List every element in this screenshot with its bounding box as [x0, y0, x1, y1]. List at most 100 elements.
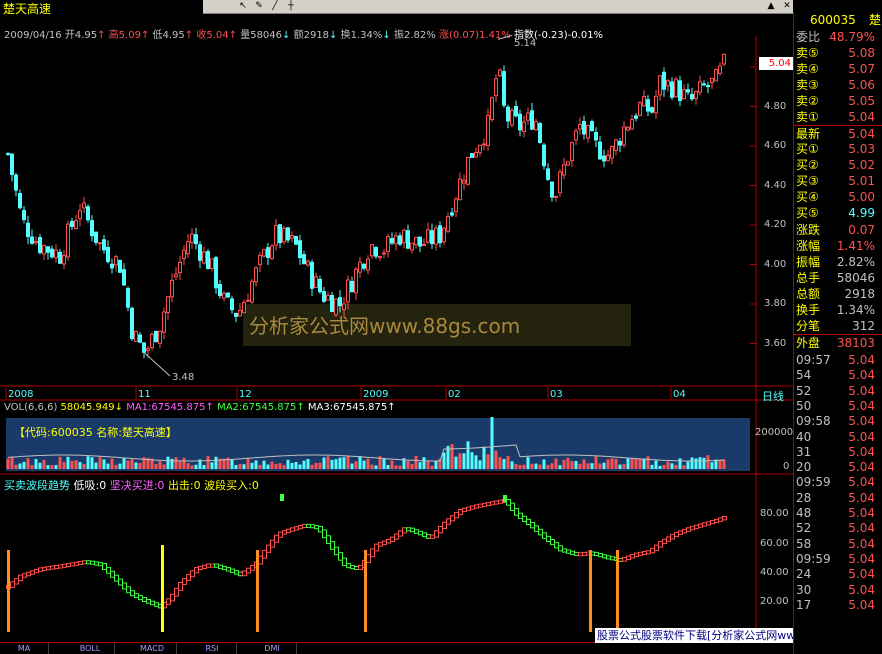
tick-row-label: 17	[796, 597, 812, 612]
candle-body	[70, 220, 74, 227]
candle-body	[210, 258, 214, 270]
trend-segment	[550, 539, 555, 546]
candle-body	[410, 242, 414, 251]
volume-bar	[90, 457, 94, 469]
ask-row-value: 5.07	[848, 62, 875, 76]
candle-body	[366, 258, 370, 271]
tab-macd[interactable]: MACD	[128, 643, 177, 654]
candle-body	[546, 168, 550, 180]
trend-segment	[570, 550, 575, 555]
candle-body	[206, 251, 210, 270]
trend-segment	[518, 512, 523, 519]
price-chart[interactable]: 分析家公式网www.88gs.com 5.14 3.48 2008 11 12 2009…	[0, 0, 793, 642]
outer-value: 38103	[836, 336, 875, 350]
indicator-tabs: MA BOLL MACD RSI DMI	[0, 642, 793, 654]
volume-bar	[190, 465, 194, 469]
indicator-panel	[6, 494, 727, 632]
volume-bar	[462, 453, 466, 469]
tab-dmi[interactable]: DMI	[248, 643, 297, 654]
signal-marker	[280, 494, 284, 501]
volume-bar	[666, 461, 670, 469]
trend-segment	[718, 517, 723, 522]
tab-boll[interactable]: BOLL	[66, 643, 115, 654]
candle-body	[262, 248, 266, 257]
trend-segment	[122, 582, 127, 590]
trend-segment	[378, 542, 383, 547]
trend-segment	[310, 524, 315, 529]
trend-segment	[126, 586, 131, 594]
candle-body	[74, 220, 78, 230]
tab-rsi[interactable]: RSI	[188, 643, 237, 654]
candle-body	[670, 81, 674, 98]
trend-segment	[154, 602, 159, 607]
candle-body	[34, 240, 38, 244]
trend-segment	[582, 551, 587, 556]
vol-header: VOL(6,6,6) 58045.949↓ MA1:67545.875↑ MA2…	[4, 402, 396, 413]
trend-segment	[278, 531, 283, 538]
candle-body	[82, 202, 86, 209]
stat-row: 总手 58046	[794, 270, 882, 286]
ask-row-value: 5.05	[848, 94, 875, 108]
volume-bar	[54, 464, 58, 469]
candle-body	[146, 348, 150, 351]
tick-row-value: 5.04	[848, 490, 875, 505]
candle-body	[470, 153, 474, 158]
volume-bar	[86, 456, 90, 469]
candle-body	[534, 121, 538, 131]
volume-bar	[442, 452, 446, 469]
trend-segment	[346, 563, 351, 569]
trend-segment	[558, 545, 563, 552]
candle-body	[178, 261, 182, 274]
candle-body	[694, 90, 698, 100]
price-axis-tick: 4.00	[764, 258, 787, 270]
trend-segment	[110, 570, 115, 578]
trend-segment	[710, 520, 715, 525]
volume-bar	[234, 465, 238, 469]
trend-segment	[494, 500, 499, 505]
volume-bar	[506, 456, 510, 469]
volume-bar	[634, 458, 638, 469]
tick-row: 48 5.04	[794, 505, 882, 521]
trend-segment	[242, 570, 247, 577]
trend-segment	[486, 502, 491, 507]
candle-body	[390, 238, 394, 244]
bid-row-label: 买①	[796, 142, 819, 156]
trend-segment	[618, 557, 623, 562]
trend-segment	[498, 499, 503, 504]
signal-bar	[364, 550, 367, 632]
trend-segment	[322, 529, 327, 539]
ask-row-label: 卖④	[796, 62, 819, 76]
tab-ma[interactable]: MA	[0, 643, 49, 654]
candle-body	[558, 171, 562, 194]
volume-bar	[690, 457, 694, 469]
bid-row-label: 买③	[796, 174, 819, 188]
stat-row-label: 换手	[796, 303, 821, 317]
candle-body	[622, 126, 626, 146]
trend-segment	[46, 566, 51, 571]
ask-row-value: 5.06	[848, 78, 875, 92]
volume-bar	[162, 464, 166, 469]
trend-segment	[426, 534, 431, 539]
volume-bar	[286, 459, 290, 469]
ind-title: 买卖波段趋势	[4, 479, 70, 492]
candle-body	[222, 293, 226, 299]
candle-body	[578, 123, 582, 130]
trend-segment	[286, 528, 291, 534]
trend-segment	[462, 507, 467, 512]
period-label[interactable]: 日线	[762, 388, 784, 404]
trend-segment	[70, 562, 75, 567]
stat-row-value: 312	[852, 319, 875, 333]
tick-row: 20 5.04	[794, 459, 882, 475]
volume-bar	[138, 462, 142, 469]
candle-body	[170, 279, 174, 298]
candle-body	[714, 69, 718, 82]
candle-body	[166, 296, 170, 314]
candle-body	[90, 220, 94, 237]
candle-body	[506, 106, 510, 122]
price-grid	[750, 66, 756, 344]
tick-row-value: 5.04	[848, 582, 875, 597]
time-axis-label: 02	[448, 389, 461, 400]
bid-row-value: 4.99	[848, 206, 875, 220]
candle-body	[618, 141, 622, 146]
candle-body	[118, 259, 122, 273]
